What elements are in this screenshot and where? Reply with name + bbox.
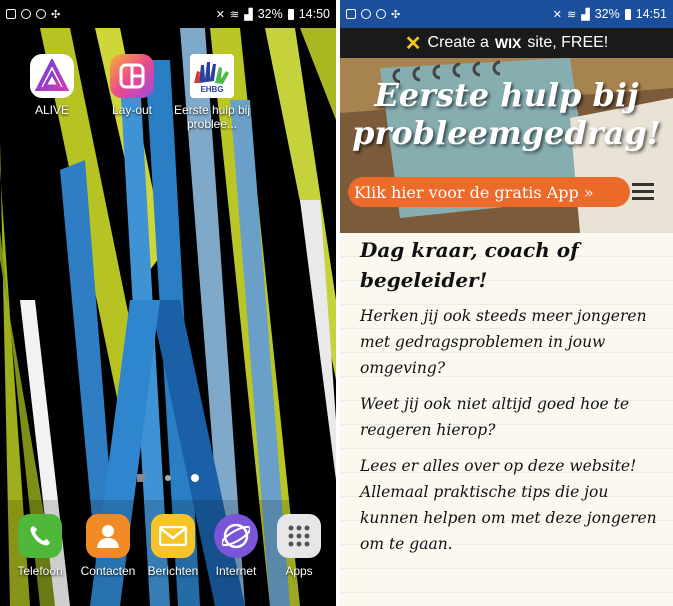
gallery-notification-icon: [346, 9, 356, 19]
page-dot[interactable]: [165, 475, 171, 481]
home-page-dot[interactable]: [137, 474, 145, 482]
wix-brand: WIX: [494, 35, 522, 51]
dock-label: Berichten: [147, 564, 199, 578]
page-dot-active[interactable]: [191, 474, 199, 482]
layout-icon: [110, 54, 154, 98]
dock-telefoon[interactable]: Telefoon: [4, 514, 76, 578]
phone-icon: [18, 514, 62, 558]
messenger-notification-icon: [376, 9, 386, 19]
battery-percent: 32%: [594, 7, 620, 21]
wix-banner[interactable]: ✕ Create a WIX site, FREE!: [340, 28, 673, 58]
app-label: Lay-out: [111, 103, 153, 117]
status-bar: ✣ ✕ ≋ ▟ 32% 14:50: [0, 0, 336, 28]
wix-x-icon: ✕: [404, 32, 422, 55]
app-alive[interactable]: ALIVE: [12, 54, 92, 117]
contacts-icon: [86, 514, 130, 558]
dock-label: Apps: [285, 564, 313, 578]
dock-contacten[interactable]: Contacten: [70, 514, 146, 578]
dock-apps[interactable]: Apps: [263, 514, 335, 578]
intro-heading: Dag kraar, coach of begeleider!: [360, 238, 579, 292]
instagram-notification-icon: [21, 9, 31, 19]
signal-icon: ▟: [581, 8, 590, 21]
menu-icon[interactable]: [632, 183, 654, 204]
alive-icon: [30, 54, 74, 98]
app-label: Eerste hulp bij problee...: [173, 103, 251, 131]
messenger-notification-icon: [36, 9, 46, 19]
intro-paragraph: Lees er alles over op deze website! Alle…: [360, 457, 657, 553]
signal-icon: ▟: [244, 8, 253, 21]
intro-text: Dag kraar, coach of begeleider! Herken j…: [360, 235, 659, 567]
free-app-link[interactable]: Klik hier voor de gratis App »: [348, 177, 630, 207]
gallery-notification-icon: [6, 9, 16, 19]
dock-label: Contacten: [80, 564, 136, 578]
battery-icon: [624, 8, 631, 20]
home-screen: ✣ ✕ ≋ ▟ 32% 14:50 ALIVE Lay-out EHBG Eer…: [0, 0, 336, 606]
dock-label: Telefoon: [17, 564, 63, 578]
internet-icon: [214, 514, 258, 558]
hero-title: Eerste hulp bij probleemgedrag!: [352, 76, 661, 152]
dock-berichten[interactable]: Berichten: [137, 514, 209, 578]
battery-percent: 32%: [257, 7, 283, 21]
app-label: ALIVE: [34, 103, 70, 117]
mute-icon: ✕: [215, 8, 225, 21]
ehbg-logo-icon: EHBG: [190, 54, 234, 98]
pinwheel-icon: ✣: [391, 8, 401, 21]
wix-banner-pre: Create a: [427, 34, 489, 51]
apps-grid-icon: [277, 514, 321, 558]
hero-banner: Eerste hulp bij probleemgedrag! Klik hie…: [340, 58, 673, 233]
pinwheel-icon: ✣: [51, 8, 61, 21]
ehbg-logo-text: EHBG: [200, 84, 224, 94]
dock-internet[interactable]: Internet: [200, 514, 272, 578]
wix-banner-post: site, FREE!: [527, 34, 609, 51]
mute-icon: ✕: [552, 8, 562, 21]
instagram-notification-icon: [361, 9, 371, 19]
wifi-icon: ≋: [230, 8, 240, 21]
app-eerste-hulp[interactable]: EHBG Eerste hulp bij problee...: [172, 54, 252, 131]
clock: 14:50: [298, 7, 330, 21]
battery-icon: [287, 8, 294, 20]
app-layout[interactable]: Lay-out: [92, 54, 172, 117]
website-screen: ✣ ✕ ≋ ▟ 32% 14:51 ✕ Create a WIX site, F…: [340, 0, 673, 606]
intro-paragraph: Weet jij ook niet altijd goed hoe te rea…: [360, 395, 630, 439]
dock-label: Internet: [215, 564, 257, 578]
wifi-icon: ≋: [567, 8, 577, 21]
status-bar: ✣ ✕ ≋ ▟ 32% 14:51: [340, 0, 673, 28]
intro-paragraph: Herken jij ook steeds meer jongeren met …: [360, 307, 647, 377]
clock: 14:51: [635, 7, 667, 21]
page-indicator[interactable]: [0, 474, 336, 482]
messages-icon: [151, 514, 195, 558]
